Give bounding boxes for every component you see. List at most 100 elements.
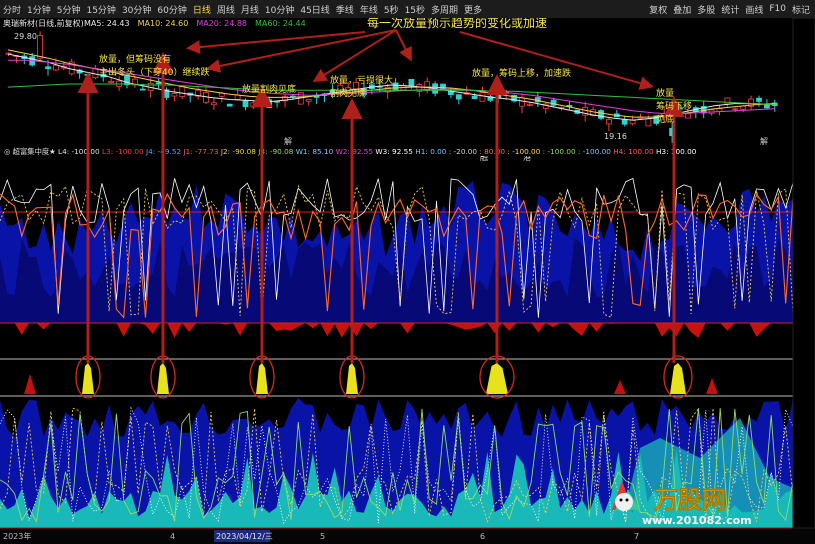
candle-body: [139, 88, 146, 91]
candle-body: [92, 67, 99, 79]
period-tab-9[interactable]: 10分钟: [262, 3, 297, 16]
indicator-legend-13: : -100.00: [543, 147, 578, 156]
period-tab-4[interactable]: 30分钟: [119, 3, 154, 16]
right-scale: [792, 18, 815, 529]
toolbar-button-3[interactable]: 统计: [718, 3, 742, 16]
toolbar-button-1[interactable]: 叠加: [670, 3, 694, 16]
candle-body: [313, 96, 320, 98]
low-price-label: 19.16: [604, 132, 627, 141]
candle-body: [155, 82, 162, 85]
period-tab-10[interactable]: 45日线: [297, 3, 332, 16]
indicator-legend-12: : -100.00: [507, 147, 542, 156]
kline-legend-2: MA20: 24.88: [196, 19, 247, 28]
period-tab-14[interactable]: 15秒: [402, 3, 428, 16]
indicator-legend-15: H4: 100.00: [613, 147, 656, 156]
candle-body: [392, 82, 399, 91]
candle-body: [527, 103, 533, 106]
candle-body: [408, 78, 415, 87]
period-tab-6[interactable]: 日线: [190, 3, 214, 16]
candle-body: [242, 99, 249, 108]
candle-body: [37, 35, 43, 59]
axis-label-apr: 4: [170, 532, 175, 541]
candle-body: [305, 99, 312, 102]
period-tab-3[interactable]: 15分钟: [83, 3, 118, 16]
kline-title: 奥瑞新材(日线,前复权): [3, 18, 84, 28]
candle-body: [732, 108, 739, 111]
period-tab-8[interactable]: 月线: [238, 3, 262, 16]
annotation-4: 放量，筹码上移，加速跌: [472, 67, 571, 79]
candle-body: [724, 97, 731, 105]
candle-body: [45, 66, 51, 70]
candle-body: [621, 119, 628, 125]
kline-legend-3: MA60: 24.44: [255, 19, 306, 28]
toolbar-button-5[interactable]: F10: [766, 4, 789, 14]
period-tab-12[interactable]: 年线: [357, 3, 381, 16]
event-marker-2: 解: [760, 136, 768, 146]
period-tab-11[interactable]: 季线: [333, 3, 357, 16]
event-marker-1: 解: [284, 136, 292, 146]
kline-legend-0: MA5: 24.43: [84, 19, 130, 28]
indicator-legend-3: J1: -77.73: [182, 147, 220, 156]
indicator-legend: ◎ 超富集中度★ L4: -100.00 L3: -100.00 J4: -49…: [4, 147, 697, 156]
period-tab-7[interactable]: 周线: [214, 3, 238, 16]
indicator-legend-8: W3: 92.55: [375, 147, 415, 156]
toolbar-button-2[interactable]: 多股: [694, 3, 718, 16]
axis-label-jun: 6: [480, 532, 485, 541]
period-tab-5[interactable]: 60分钟: [154, 3, 189, 16]
candle: [598, 108, 604, 121]
period-tab-16[interactable]: 更多: [461, 3, 485, 16]
candle-body: [250, 102, 257, 108]
candle-body: [740, 105, 747, 110]
indicator-legend-16: H3: 100.00: [656, 147, 697, 156]
annotation-1-line1: 放量，但筹码没有: [99, 53, 171, 65]
candle-body: [764, 104, 770, 109]
indicator-legend-0: L4: -100.00: [58, 147, 102, 156]
candle-body: [171, 93, 178, 97]
axis-label-jul: 7: [634, 532, 639, 541]
candle-body: [756, 97, 762, 102]
toolbar-right: 复权 叠加 多股 统计 画线 F10 标记: [646, 0, 813, 18]
annotation-3-line1: 放量，亏损很大: [330, 74, 393, 86]
indicator-legend-text: ◎ 超富集中度★ L4: -100.00 L3: -100.00 J4: -49…: [4, 147, 697, 156]
period-tab-0[interactable]: 分时: [0, 3, 24, 16]
period-tab-15[interactable]: 多周期: [428, 3, 461, 16]
indicator-legend-9: H1: 0.00: [415, 147, 448, 156]
candle-body: [519, 97, 525, 107]
candle-body: [210, 102, 217, 106]
candle-body: [226, 103, 233, 107]
toolbar-button-0[interactable]: 复权: [646, 3, 670, 16]
indicator-legend-10: : -20.00: [449, 147, 480, 156]
candle-body: [471, 95, 478, 100]
candle: [226, 103, 233, 107]
indicator-title: ◎ 超富集中度★: [4, 147, 58, 156]
period-tab-13[interactable]: 5秒: [381, 3, 402, 16]
candle-body: [455, 94, 462, 100]
indicator-legend-14: : -100.00: [578, 147, 613, 156]
period-tab-2[interactable]: 5分钟: [54, 3, 84, 16]
axis-label-may: 5: [320, 532, 325, 541]
candle-body: [179, 86, 186, 97]
indicator-legend-4: J2: -90.08: [220, 147, 258, 156]
annotation-1-line2: 主出冬头（下穿40）继续跌: [99, 66, 209, 78]
candle-body: [266, 99, 273, 108]
toolbar-button-6[interactable]: 标记: [789, 3, 813, 16]
candle-body: [479, 92, 486, 102]
high-price-label: 29.80: [14, 32, 37, 41]
candle-body: [84, 74, 91, 76]
annotation-title: 每一次放量预示趋势的变化或加速: [367, 18, 547, 30]
indicator-legend-7: W2: 92.55: [336, 147, 376, 156]
candle-body: [685, 113, 691, 119]
annotation-5-line3: 见底: [656, 113, 674, 125]
annotation-2: 放量割肉见底: [242, 83, 296, 95]
watermark-brand: 万股网: [654, 486, 726, 514]
period-tab-1[interactable]: 1分钟: [24, 3, 54, 16]
cursor-date: 2023/04/12/三: [216, 532, 273, 541]
indicator-legend-6: W1: 85.10: [296, 147, 336, 156]
axis-label-year: 2023年: [3, 531, 31, 541]
indicator-legend-11: : 80.00: [479, 147, 507, 156]
annotation-3-line2: 割肉见底: [330, 87, 366, 99]
toolbar-button-4[interactable]: 画线: [742, 3, 766, 16]
stock-chart[interactable]: 奥瑞新材(日线,前复权) MA5: 24.43 MA10: 24.60 MA20: …: [0, 18, 815, 544]
candle-body: [645, 118, 652, 127]
date-axis: 2023年 4 2023/04/12/三 5 6 7: [0, 527, 815, 544]
